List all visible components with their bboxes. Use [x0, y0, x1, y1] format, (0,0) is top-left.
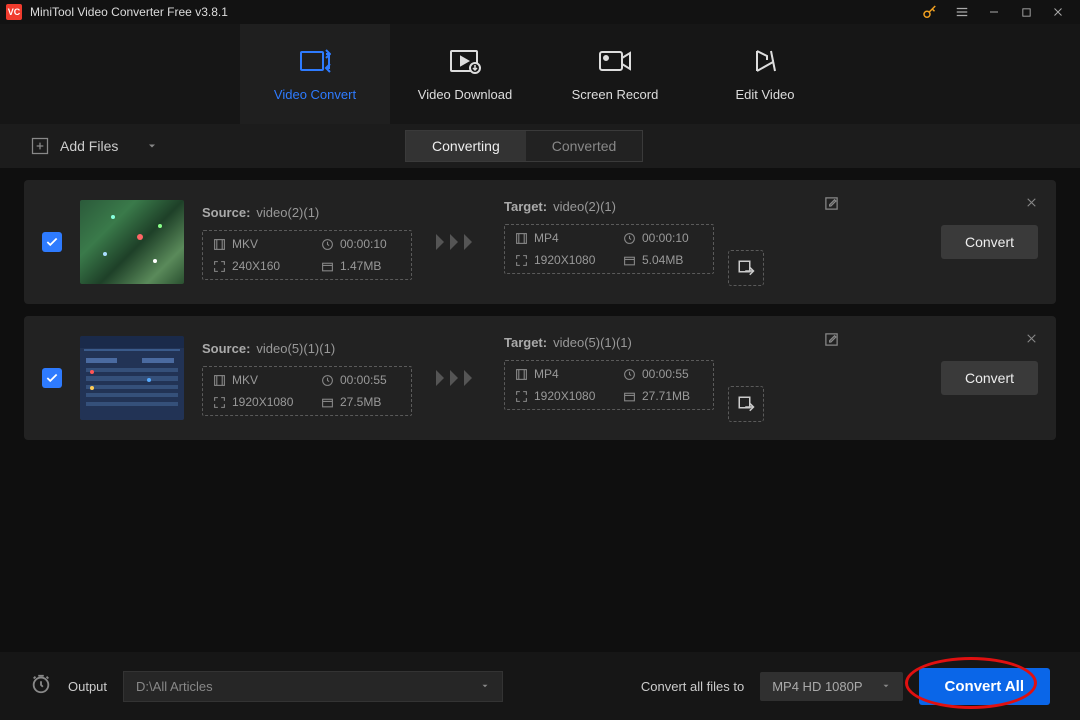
- chevron-down-icon: [480, 681, 490, 691]
- resolution-icon: [213, 396, 226, 409]
- source-spec-box: MKV 00:00:55 1920X1080 27.5MB: [202, 366, 412, 416]
- schedule-icon[interactable]: [30, 673, 52, 700]
- upgrade-key-icon[interactable]: [914, 0, 946, 24]
- tab-screen-record[interactable]: Screen Record: [540, 24, 690, 124]
- source-info: Source: video(5)(1)(1) MKV 00:00:55 1920X…: [202, 340, 412, 416]
- edit-video-icon: [751, 47, 779, 75]
- row-checkbox[interactable]: [42, 232, 62, 252]
- output-path-value: D:\All Articles: [136, 679, 213, 694]
- resolution-icon: [515, 390, 528, 403]
- source-label: Source:: [202, 205, 250, 220]
- target-label: Target:: [504, 335, 547, 350]
- close-icon[interactable]: [1042, 0, 1074, 24]
- settings-expand-icon: [737, 395, 755, 413]
- remove-row-icon[interactable]: [1025, 332, 1038, 350]
- source-filename: video(5)(1)(1): [256, 341, 335, 356]
- output-label: Output: [68, 679, 107, 694]
- app-title: MiniTool Video Converter Free v3.8.1: [30, 5, 228, 19]
- source-info: Source: video(2)(1) MKV 00:00:10 240X160 …: [202, 204, 412, 280]
- main-tabs: Video Convert Video Download Screen Reco…: [0, 24, 1080, 124]
- source-filename: video(2)(1): [256, 205, 319, 220]
- tab-label: Video Download: [418, 87, 512, 102]
- clock-icon: [321, 238, 334, 251]
- tab-video-download[interactable]: Video Download: [390, 24, 540, 124]
- clock-icon: [623, 368, 636, 381]
- video-thumbnail[interactable]: [80, 200, 184, 284]
- row-checkbox[interactable]: [42, 368, 62, 388]
- target-spec-box: MP4 00:00:55 1920X1080 27.71MB: [504, 360, 714, 410]
- title-bar: VC MiniTool Video Converter Free v3.8.1: [0, 0, 1080, 24]
- source-spec-box: MKV 00:00:10 240X160 1.47MB: [202, 230, 412, 280]
- remove-row-icon[interactable]: [1025, 196, 1038, 214]
- edit-name-icon[interactable]: [824, 196, 839, 216]
- status-tabs: Converting Converted: [405, 130, 643, 162]
- app-window: VC MiniTool Video Converter Free v3.8.1 …: [0, 0, 1080, 720]
- chevron-down-icon: [146, 140, 158, 152]
- target-label: Target:: [504, 199, 547, 214]
- maximize-icon[interactable]: [1010, 0, 1042, 24]
- add-files-button[interactable]: Add Files: [30, 136, 158, 156]
- check-icon: [45, 235, 59, 249]
- file-list: Source: video(2)(1) MKV 00:00:10 240X160 …: [0, 168, 1080, 452]
- filesize-icon: [321, 396, 334, 409]
- settings-expand-icon: [737, 259, 755, 277]
- format-icon: [213, 374, 226, 387]
- tab-converted[interactable]: Converted: [526, 131, 643, 161]
- file-row: Source: video(5)(1)(1) MKV 00:00:55 1920X…: [24, 316, 1056, 440]
- minimize-icon[interactable]: [978, 0, 1010, 24]
- convert-icon: [299, 47, 331, 75]
- chevron-down-icon: [881, 681, 891, 691]
- edit-name-icon[interactable]: [824, 332, 839, 352]
- app-logo-icon: VC: [6, 4, 22, 20]
- convert-all-label: Convert all files to: [641, 679, 744, 694]
- target-settings-button[interactable]: [728, 386, 764, 422]
- tab-label: Screen Record: [572, 87, 659, 102]
- format-preset-value: MP4 HD 1080P: [772, 679, 862, 694]
- sub-bar: Add Files Converting Converted: [0, 124, 1080, 168]
- tab-edit-video[interactable]: Edit Video: [690, 24, 840, 124]
- format-icon: [515, 368, 528, 381]
- file-row: Source: video(2)(1) MKV 00:00:10 240X160 …: [24, 180, 1056, 304]
- download-icon: [449, 47, 481, 75]
- clock-icon: [321, 374, 334, 387]
- convert-button[interactable]: Convert: [941, 361, 1038, 395]
- convert-all-wrap: Convert All: [919, 668, 1050, 705]
- target-info: Target: video(5)(1)(1) MP4 00:00:55 1920X…: [504, 334, 764, 422]
- target-filename: video(5)(1)(1): [553, 335, 632, 350]
- filesize-icon: [623, 254, 636, 267]
- record-icon: [598, 47, 632, 75]
- check-icon: [45, 371, 59, 385]
- menu-icon[interactable]: [946, 0, 978, 24]
- target-info: Target: video(2)(1) MP4 00:00:10 1920X108…: [504, 198, 764, 286]
- resolution-icon: [213, 260, 226, 273]
- tab-video-convert[interactable]: Video Convert: [240, 24, 390, 124]
- video-thumbnail[interactable]: [80, 336, 184, 420]
- tab-converting[interactable]: Converting: [406, 131, 526, 161]
- format-icon: [515, 232, 528, 245]
- add-files-label: Add Files: [60, 138, 118, 154]
- convert-all-button[interactable]: Convert All: [919, 668, 1050, 705]
- filesize-icon: [321, 260, 334, 273]
- target-spec-box: MP4 00:00:10 1920X1080 5.04MB: [504, 224, 714, 274]
- bottom-bar: Output D:\All Articles Convert all files…: [0, 652, 1080, 720]
- tab-label: Edit Video: [735, 87, 794, 102]
- format-preset-select[interactable]: MP4 HD 1080P: [760, 672, 902, 701]
- output-path-select[interactable]: D:\All Articles: [123, 671, 503, 702]
- add-files-icon: [30, 136, 50, 156]
- clock-icon: [623, 232, 636, 245]
- target-filename: video(2)(1): [553, 199, 616, 214]
- resolution-icon: [515, 254, 528, 267]
- source-label: Source:: [202, 341, 250, 356]
- convert-button[interactable]: Convert: [941, 225, 1038, 259]
- arrow-icon: [436, 368, 480, 388]
- arrow-icon: [436, 232, 480, 252]
- filesize-icon: [623, 390, 636, 403]
- target-settings-button[interactable]: [728, 250, 764, 286]
- tab-label: Video Convert: [274, 87, 356, 102]
- format-icon: [213, 238, 226, 251]
